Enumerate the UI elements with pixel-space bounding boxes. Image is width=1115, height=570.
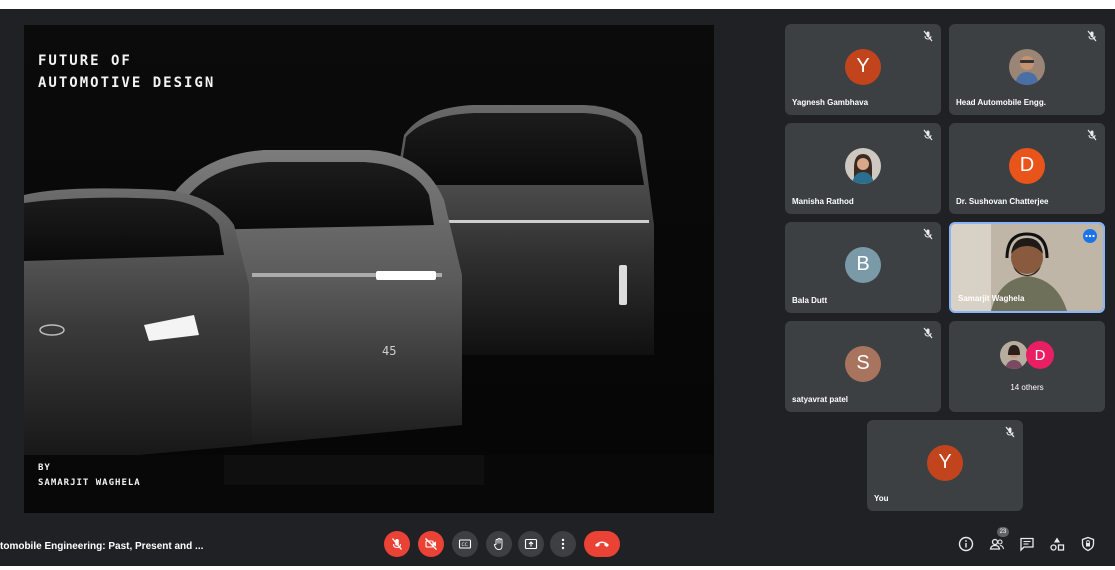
avatar (845, 147, 881, 184)
people-button[interactable] (988, 535, 1006, 553)
captions-icon: CC (458, 539, 472, 549)
camera-toggle-button[interactable] (418, 531, 444, 557)
avatar: Y (927, 444, 963, 481)
presentation-slide: 45 FUTURE OF AUTOMOTIVE DESIGN BY SAMARJ… (24, 25, 714, 513)
avatar: B (845, 246, 881, 283)
avatar: D (1009, 147, 1045, 184)
mic-muted-icon (1087, 30, 1097, 42)
present-button[interactable] (518, 531, 544, 557)
more-options-button[interactable] (550, 531, 576, 557)
mic-muted-icon (923, 327, 933, 339)
participant-name: satyavrat patel (792, 395, 849, 404)
raise-hand-button[interactable] (486, 531, 512, 557)
participant-name: Bala Dutt (792, 296, 828, 305)
participant-name: Manisha Rathod (792, 197, 854, 206)
slide-byline-label: BY (38, 463, 51, 473)
activities-icon (1050, 537, 1065, 551)
leave-call-button[interactable] (584, 531, 620, 557)
host-controls-button[interactable] (1079, 535, 1097, 553)
chat-icon (1020, 537, 1034, 552)
end-call-icon (595, 541, 609, 547)
participant-video-tile[interactable]: Samarjit Waghela (949, 222, 1105, 313)
mic-muted-icon (923, 129, 933, 141)
mic-off-icon (391, 538, 403, 550)
participant-name: Yagnesh Gambhava (792, 98, 869, 107)
mic-toggle-button[interactable] (384, 531, 410, 557)
host-controls-icon (1081, 536, 1095, 552)
mic-muted-icon (923, 30, 933, 42)
meeting-details-button[interactable] (957, 535, 975, 553)
participant-tile[interactable]: D Dr. Sushovan Chatterjee (949, 123, 1105, 214)
people-count-badge: 23 (997, 527, 1009, 537)
meeting-title: tomobile Engineering: Past, Present and … (0, 541, 204, 552)
car-badge-text: 45 (382, 344, 396, 358)
captions-button[interactable]: CC (452, 531, 478, 557)
participant-tile[interactable]: S satyavrat patel (785, 321, 941, 412)
others-tile[interactable]: D 14 others (949, 321, 1105, 412)
people-icon (989, 538, 1005, 550)
slide-title-line1: FUTURE OF (38, 53, 132, 69)
avatar (1009, 48, 1045, 85)
participant-name: You (874, 494, 889, 503)
participant-name: Samarjit Waghela (958, 294, 1025, 303)
chat-button[interactable] (1018, 535, 1036, 553)
avatar: D (1026, 341, 1054, 369)
raise-hand-icon (493, 538, 503, 550)
participant-tile[interactable]: Manisha Rathod (785, 123, 941, 214)
camera-off-icon (425, 538, 437, 550)
more-options-icon (561, 538, 565, 550)
avatar: S (845, 345, 881, 382)
meet-window: 45 FUTURE OF AUTOMOTIVE DESIGN BY SAMARJ… (0, 9, 1115, 566)
slide-title-line2: AUTOMOTIVE DESIGN (38, 75, 216, 91)
more-options-icon[interactable] (1083, 229, 1097, 243)
slide-author-name: SAMARJIT WAGHELA (38, 478, 141, 488)
activities-button[interactable] (1048, 535, 1066, 553)
participant-tile[interactable]: B Bala Dutt (785, 222, 941, 313)
avatar: Y (845, 48, 881, 85)
self-tile[interactable]: Y You (867, 420, 1023, 511)
participant-tile[interactable]: Head Automobile Engg. (949, 24, 1105, 115)
mic-muted-icon (1005, 426, 1015, 438)
car-render-image: 45 (24, 25, 714, 513)
info-icon (958, 536, 974, 552)
participant-name: Dr. Sushovan Chatterjee (956, 197, 1049, 206)
svg-text:CC: CC (462, 542, 468, 548)
mic-muted-icon (923, 228, 933, 240)
present-icon (524, 538, 538, 550)
avatar (1000, 341, 1028, 369)
participant-tile[interactable]: Y Yagnesh Gambhava (785, 24, 941, 115)
participant-name: Head Automobile Engg. (956, 98, 1046, 107)
mic-muted-icon (1087, 129, 1097, 141)
others-count: 14 others (1010, 383, 1044, 392)
